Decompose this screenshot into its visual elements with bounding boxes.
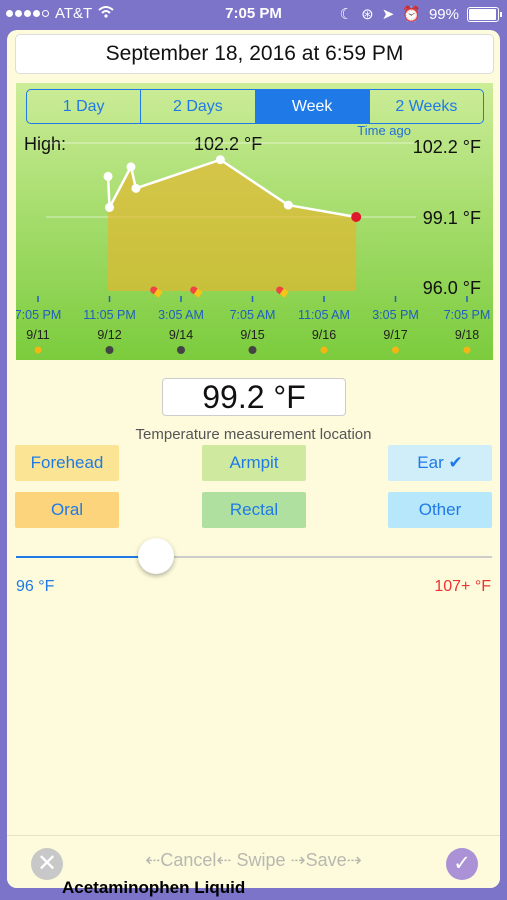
reading-point: [283, 200, 293, 210]
moon-icon: ☾: [339, 6, 354, 23]
x-tick-date: 9/16: [312, 328, 336, 342]
temperature-value-field[interactable]: 99.2 °F: [162, 378, 346, 416]
location-rectal-button[interactable]: Rectal: [202, 492, 306, 528]
save-button[interactable]: ✓: [446, 848, 478, 880]
date-time-field[interactable]: September 18, 2016 at 6:59 PM: [15, 34, 494, 74]
moon-icon: [177, 346, 185, 354]
location-ear-button[interactable]: Ear ✔: [388, 445, 492, 481]
orientation-lock-icon: ⊛: [361, 6, 374, 23]
sun-icon: [34, 346, 42, 354]
checkmark-icon: ✓: [453, 852, 471, 875]
x-tick-time: 7:05 PM: [444, 308, 491, 322]
sun-icon: [320, 346, 328, 354]
reading-point: [126, 162, 136, 172]
sun-icon: [463, 346, 471, 354]
x-tick-date: 9/14: [169, 328, 193, 342]
location-oral-button[interactable]: Oral: [15, 492, 119, 528]
location-forehead-button[interactable]: Forehead: [15, 445, 119, 481]
current-reading-point: [351, 212, 362, 222]
slider-min-label: 96 °F: [16, 578, 55, 595]
alarm-icon: ⏰: [402, 6, 421, 23]
moon-icon: [105, 346, 114, 354]
temperature-slider-thumb[interactable]: [138, 538, 174, 574]
temperature-slider-track[interactable]: [16, 556, 492, 558]
reading-point: [131, 183, 141, 193]
slider-max-label: 107+ °F: [434, 578, 491, 595]
location-other-button[interactable]: Other: [388, 492, 492, 528]
x-tick-time: 7:05 PM: [16, 308, 61, 322]
entry-sheet: September 18, 2016 at 6:59 PM 1 Day 2 Da…: [7, 30, 500, 888]
reading-point: [215, 155, 225, 165]
temperature-chart[interactable]: 1 Day 2 Days Week 2 Weeks Time ago High:…: [16, 83, 493, 360]
x-tick-date: 9/11: [26, 328, 49, 342]
battery-percent: 99%: [428, 5, 459, 23]
x-tick-date: 9/17: [383, 328, 407, 342]
reading-point: [103, 171, 113, 181]
x-tick-time: 3:05 AM: [158, 308, 204, 322]
location-armpit-button[interactable]: Armpit: [202, 445, 306, 481]
status-right: ☾ ⊛ ➤ ⏰ 99%: [339, 5, 502, 23]
x-tick-time: 7:05 AM: [230, 308, 276, 322]
location-heading: Temperature measurement location: [135, 426, 372, 443]
x-tick-time: 3:05 PM: [372, 308, 419, 322]
x-tick-date: 9/12: [97, 328, 121, 342]
temperature-plot: 7:05 PM 9/11 11:05 PM 9/12 3:05 AM 9/14 7:05 A…: [16, 142, 491, 354]
reading-point: [105, 202, 114, 212]
moon-icon: [248, 346, 257, 354]
x-tick-time: 11:05 PM: [83, 308, 136, 322]
location-arrow-icon: ➤: [381, 6, 395, 23]
sun-icon: [392, 346, 399, 354]
status-bar: AT&T 7:05 PM ☾ ⊛ ➤ ⏰ 99%: [0, 0, 507, 28]
slider-filled: [16, 556, 150, 558]
x-tick-date: 9/18: [455, 328, 479, 342]
background-list-item: Acetaminophen Liquid: [62, 878, 246, 897]
battery-icon: [467, 6, 502, 22]
temperature-area: [108, 159, 357, 291]
swipe-hint: ⇠Cancel⇠ Swipe ⇢Save⇢: [145, 850, 362, 870]
x-tick-time: 11:05 AM: [298, 308, 350, 322]
x-tick-date: 9/15: [240, 328, 264, 342]
